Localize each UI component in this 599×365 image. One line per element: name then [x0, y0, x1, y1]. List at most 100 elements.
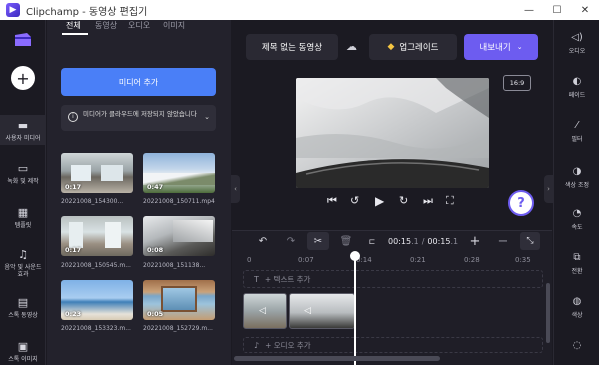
right-rail-item-adjust-colors[interactable]: ◑ 색상 조정	[554, 166, 599, 189]
thumbnail-duration: 0:17	[65, 246, 82, 254]
right-rail-item-speed[interactable]: ◔ 속도	[554, 208, 599, 231]
speaker-icon: ◁	[304, 306, 311, 316]
right-rail-label: 색상 조정	[565, 182, 589, 189]
chevron-left-icon: ‹	[234, 185, 237, 193]
export-button[interactable]: 내보내기 ⌄	[464, 34, 538, 60]
cloud-off-icon[interactable]: ☁	[346, 40, 357, 53]
sidebar-item-stock-video[interactable]: ▤ 스톡 동영상	[0, 296, 46, 319]
tab-audio[interactable]: 오디오	[128, 20, 150, 31]
thumbnail-duration: 0:47	[147, 183, 164, 191]
camera-icon: ▭	[17, 162, 29, 175]
media-thumbnail[interactable]: 0:05	[143, 280, 215, 320]
add-text-label: + 텍스트 추가	[264, 274, 311, 284]
rewind-5s-icon[interactable]: ↺	[350, 194, 359, 207]
forward-5s-icon[interactable]: ↻	[399, 194, 408, 207]
timeline-vertical-scrollbar[interactable]	[546, 283, 550, 343]
speaker-icon: ◁	[259, 306, 266, 316]
close-button[interactable]: ✕	[571, 0, 599, 20]
image-icon: ▣	[17, 340, 29, 353]
undo-icon[interactable]: ↶	[254, 232, 272, 250]
fade-icon: ◐	[572, 76, 582, 87]
thumbnail-duration: 0:08	[147, 246, 164, 254]
thumbnail-filename: 20221008_150711.mp4	[143, 198, 215, 205]
thumbnail-filename: 20221008_153323.m...	[61, 325, 131, 332]
audio-track[interactable]: ♪ + 오디오 추가	[243, 337, 543, 353]
video-clip[interactable]: ◁	[289, 293, 355, 329]
skip-to-end-icon[interactable]: ⏭	[423, 194, 433, 208]
speaker-icon: ◁)	[571, 32, 583, 43]
fullscreen-icon[interactable]: ⛶	[446, 194, 454, 208]
text-track[interactable]: T + 텍스트 추가	[243, 270, 543, 288]
project-title[interactable]: 제목 없는 동영상	[246, 34, 338, 60]
skip-to-start-icon[interactable]: ⏮	[327, 194, 337, 208]
media-thumbnail[interactable]: 0:08	[143, 216, 215, 256]
timecode-display: 00:15 .1 / 00:15 .1	[388, 236, 459, 246]
transition-icon: ⧉	[573, 252, 581, 263]
delete-icon[interactable]: 🗑	[337, 232, 355, 250]
palette-icon: ◍	[572, 296, 582, 307]
current-frame: .1	[411, 236, 419, 246]
right-rail-item-color[interactable]: ◍ 색상	[554, 296, 599, 319]
video-clip[interactable]: ◁	[243, 293, 287, 329]
play-icon[interactable]: ▶	[375, 194, 384, 208]
add-media-button[interactable]: 미디어 추가	[61, 68, 216, 96]
right-rail-label: 필터	[571, 136, 583, 143]
right-rail-item-transitions[interactable]: ⧉ 전환	[554, 252, 599, 275]
zoom-out-icon[interactable]: −	[494, 232, 512, 250]
title-bar: ▶ Clipchamp - 동영상 편집기 — ☐ ✕	[0, 0, 599, 20]
upgrade-button[interactable]: ◆ 업그레이드	[369, 34, 457, 60]
media-thumbnail[interactable]: 0:17	[61, 216, 133, 256]
right-rail-label: 속도	[571, 224, 583, 231]
folder-icon: ▬	[17, 119, 29, 132]
active-tab-indicator	[62, 33, 88, 35]
clipchamp-logo-icon: ▶	[6, 3, 20, 17]
timeline-horizontal-scrollbar[interactable]	[234, 356, 440, 361]
total-frame: .1	[450, 236, 459, 246]
minimize-button[interactable]: —	[515, 0, 543, 20]
sidebar-item-label: 사용자 미디어	[5, 135, 41, 143]
playhead[interactable]	[354, 252, 356, 365]
thumbnail-duration: 0:17	[65, 183, 82, 191]
sidebar-item-your-media[interactable]: ▬ 사용자 미디어	[0, 115, 46, 145]
sidebar-item-label: 녹화 및 제작	[7, 178, 39, 186]
redo-icon[interactable]: ↷	[282, 232, 300, 250]
window-title: Clipchamp - 동영상 편집기	[26, 6, 148, 18]
scissors-icon[interactable]: ✂	[307, 232, 329, 250]
right-rail-item-filters[interactable]: ⁄ 필터	[554, 120, 599, 143]
tab-video[interactable]: 동영상	[95, 20, 117, 31]
current-time: 00:15	[388, 236, 412, 246]
media-thumbnail[interactable]: 0:17	[61, 153, 133, 193]
contrast-icon: ◑	[572, 166, 582, 177]
zoom-in-icon[interactable]: +	[466, 232, 484, 250]
sidebar-item-music[interactable]: ♫ 음악 및 사운드 효과	[0, 248, 46, 279]
media-thumbnail[interactable]: 0:47	[143, 153, 215, 193]
sidebar-item-templates[interactable]: ▦ 템플릿	[0, 206, 46, 229]
video-preview[interactable]	[296, 78, 489, 188]
create-new-button[interactable]: +	[11, 66, 35, 90]
cloud-notice[interactable]: i 미디어가 클라우드에 저장되지 않았습니다 ⌄	[61, 105, 216, 131]
right-rail: ◁) 오디오 ◐ 페이드 ⁄ 필터 ◑ 색상 조정 ◔ 속도 ⧉ 전환 ◍ 색상…	[553, 20, 599, 365]
fit-timeline-icon[interactable]: ⤡	[520, 232, 540, 250]
media-thumbnail[interactable]: 0:23	[61, 280, 133, 320]
maximize-button[interactable]: ☐	[543, 0, 571, 20]
aspect-ratio-button[interactable]: 16:9	[503, 75, 531, 91]
tab-all[interactable]: 전체	[66, 20, 81, 31]
upgrade-label: 업그레이드	[399, 43, 439, 53]
collapse-right-panel-button[interactable]: ›	[544, 175, 553, 203]
template-icon: ▦	[17, 206, 29, 219]
right-rail-item-more[interactable]: ◌	[554, 340, 599, 354]
sidebar-item-label: 스톡 이미지	[8, 356, 38, 364]
question-icon: ?	[517, 195, 525, 211]
collapse-left-panel-button[interactable]: ‹	[231, 175, 240, 203]
music-note-icon: ♪	[254, 340, 260, 350]
right-rail-item-audio[interactable]: ◁) 오디오	[554, 32, 599, 55]
right-rail-item-fade[interactable]: ◐ 페이드	[554, 76, 599, 99]
sidebar-item-stock-images[interactable]: ▣ 스톡 이미지	[0, 340, 46, 363]
more-icon: ◌	[572, 340, 582, 351]
right-rail-label: 오디오	[568, 48, 586, 55]
right-rail-label: 페이드	[568, 92, 586, 99]
export-label: 내보내기	[479, 43, 511, 53]
help-button[interactable]: ?	[508, 190, 534, 216]
tab-image[interactable]: 이미지	[163, 20, 185, 31]
sidebar-item-record[interactable]: ▭ 녹화 및 제작	[0, 162, 46, 185]
